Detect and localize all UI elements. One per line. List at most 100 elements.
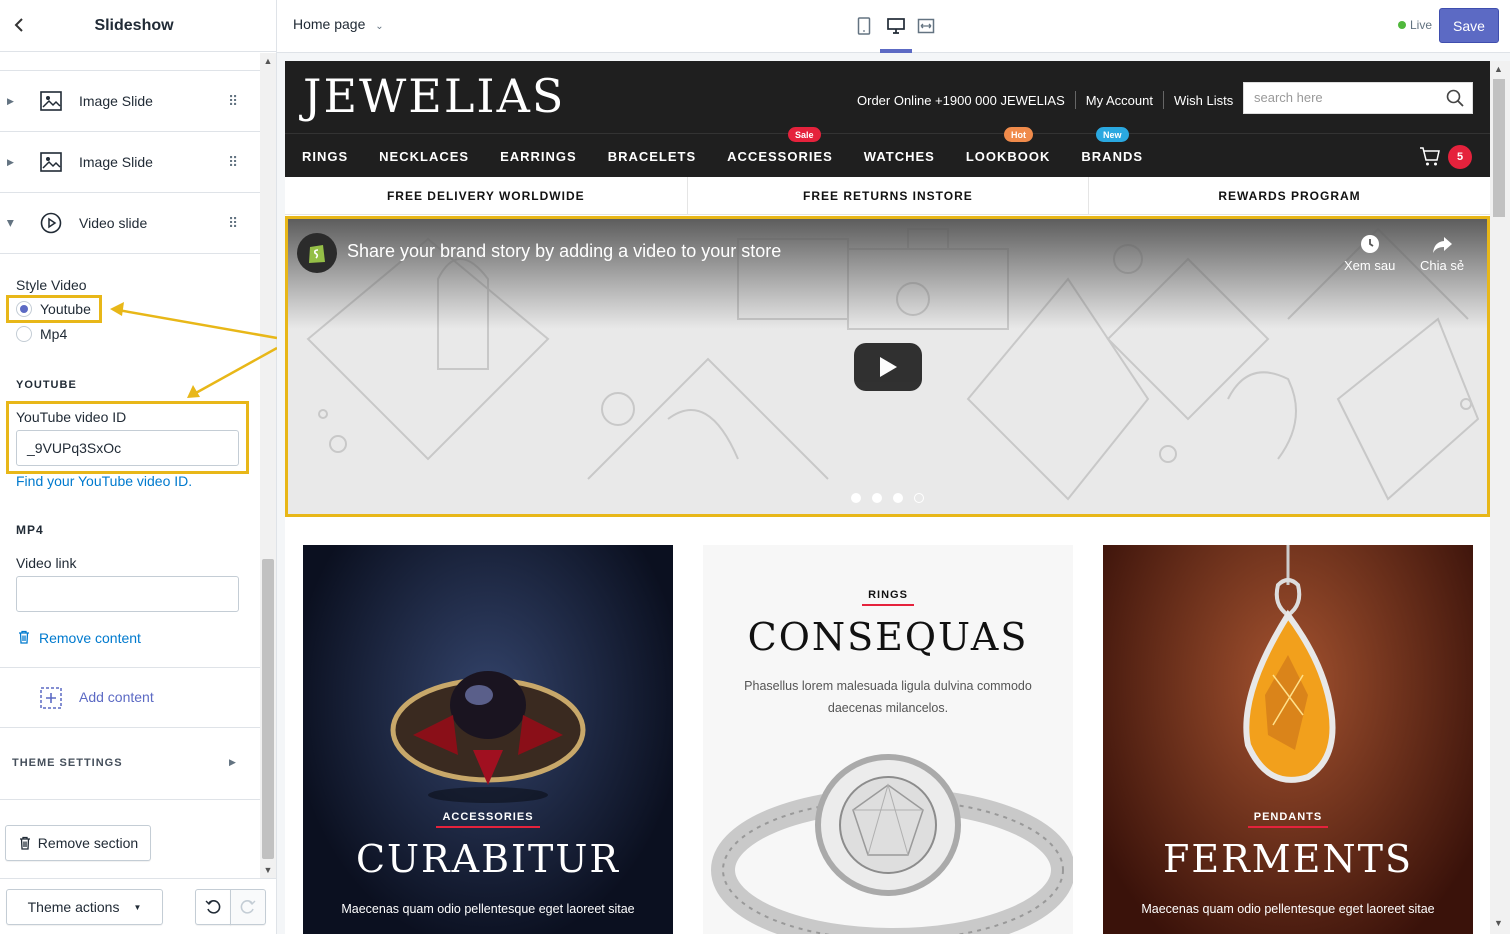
- nav-watches[interactable]: WATCHES: [864, 149, 935, 164]
- redo-icon: [240, 900, 256, 914]
- video-title[interactable]: Share your brand story by adding a video…: [347, 241, 781, 262]
- add-content-row[interactable]: Add content: [0, 667, 260, 728]
- store-search-input[interactable]: search here: [1243, 82, 1473, 114]
- nav-lookbook[interactable]: LOOKBOOK: [966, 149, 1051, 164]
- undo-icon: [205, 900, 221, 914]
- remove-section-button[interactable]: Remove section: [5, 825, 151, 861]
- undo-button[interactable]: [195, 889, 231, 925]
- scroll-thumb[interactable]: [1493, 79, 1505, 217]
- video-slideshow[interactable]: Share your brand story by adding a video…: [285, 216, 1490, 517]
- mobile-view-icon[interactable]: [852, 14, 876, 38]
- scroll-up-icon[interactable]: ▲: [1494, 64, 1503, 74]
- chevron-right-icon: ▶: [229, 757, 236, 767]
- theme-actions-button[interactable]: Theme actions ▼: [6, 889, 163, 925]
- nav-accessories[interactable]: ACCESSORIES: [727, 149, 833, 164]
- theme-settings-row[interactable]: THEME SETTINGS ▶: [0, 728, 260, 800]
- theme-settings-label: THEME SETTINGS: [12, 757, 123, 769]
- scroll-down-icon[interactable]: ▼: [1494, 918, 1503, 928]
- live-status-dot: [1398, 21, 1406, 29]
- card-title: CONSEQUAS: [747, 615, 1029, 659]
- trash-icon[interactable]: [17, 630, 31, 644]
- card-description: Maecenas quam odio pellentesque eget lao…: [341, 902, 635, 916]
- promo-rewards: REWARDS PROGRAM: [1088, 177, 1490, 214]
- video-link-label: Video link: [16, 555, 77, 571]
- redo-button[interactable]: [230, 889, 266, 925]
- slide-dot[interactable]: [914, 493, 924, 503]
- nav-brands[interactable]: BRANDS: [1081, 149, 1143, 164]
- youtube-id-input[interactable]: _9VUPq3SxOc: [16, 430, 239, 466]
- nav-necklaces[interactable]: NECKLACES: [379, 149, 469, 164]
- mp4-heading: MP4: [16, 523, 44, 537]
- theme-actions-label: Theme actions: [27, 899, 120, 915]
- cart-icon[interactable]: [1419, 145, 1441, 167]
- page-selector-label: Home page: [293, 16, 366, 32]
- hot-badge: Hot: [1004, 127, 1033, 142]
- collection-card-accessories[interactable]: ACCESSORIES CURABITUR Maecenas quam odio…: [303, 545, 673, 934]
- card-tag: ACCESSORIES: [303, 811, 673, 828]
- caret-down-icon: ▼: [133, 902, 142, 912]
- share-label: Chia sẻ: [1420, 258, 1465, 273]
- scroll-thumb[interactable]: [262, 559, 274, 859]
- nav-bracelets[interactable]: BRACELETS: [608, 149, 696, 164]
- card-description: Phasellus lorem malesuada ligula dulvina…: [744, 679, 1032, 715]
- chevron-down-icon: ⌄: [375, 21, 384, 32]
- editor-topbar: Home page ⌄ Live Save: [277, 0, 1510, 53]
- store-logo[interactable]: JEWELIAS: [303, 69, 565, 123]
- save-button[interactable]: Save: [1439, 8, 1499, 43]
- new-badge: New: [1096, 127, 1129, 142]
- shopify-logo-icon[interactable]: [297, 233, 337, 273]
- slide-dot[interactable]: [893, 493, 903, 503]
- header-links: Order Online +1900 000 JEWELIAS My Accou…: [857, 91, 1233, 109]
- nav-rings[interactable]: RINGS: [302, 149, 348, 164]
- clock-icon: [1360, 235, 1379, 253]
- share-action[interactable]: Chia sẻ: [1420, 233, 1464, 273]
- page-selector[interactable]: Home page ⌄: [293, 16, 384, 32]
- preview-scrollbar[interactable]: ▲ ▼: [1490, 61, 1510, 934]
- cart-count-badge: 5: [1448, 145, 1472, 169]
- diamond-ring-image: [711, 754, 1073, 934]
- sale-badge: Sale: [788, 127, 821, 142]
- add-block-icon: [40, 687, 62, 709]
- watch-later-action[interactable]: Xem sau: [1344, 233, 1395, 273]
- slide-dot[interactable]: [851, 493, 861, 503]
- desktop-view-icon[interactable]: [884, 14, 908, 38]
- remove-section-label: Remove section: [37, 835, 139, 851]
- youtube-help-link[interactable]: Find your YouTube video ID.: [16, 473, 192, 489]
- store-preview: JEWELIAS Order Online +1900 000 JEWELIAS…: [285, 61, 1490, 934]
- ring-image: [390, 671, 586, 803]
- nav-divider: [285, 133, 1490, 134]
- add-content-link[interactable]: Add content: [79, 689, 154, 705]
- scroll-down-icon[interactable]: ▼: [260, 862, 276, 878]
- promo-returns: FREE RETURNS INSTORE: [686, 177, 1089, 214]
- slide-dots: [851, 493, 935, 503]
- collection-card-rings[interactable]: RINGS CONSEQUAS Phasellus lorem malesuad…: [703, 545, 1073, 934]
- store-header: JEWELIAS Order Online +1900 000 JEWELIAS…: [285, 61, 1490, 177]
- card-title: FERMENTS: [1163, 837, 1413, 881]
- wish-lists-link[interactable]: Wish Lists: [1174, 93, 1233, 108]
- nav-earrings[interactable]: EARRINGS: [500, 149, 577, 164]
- my-account-link[interactable]: My Account: [1086, 93, 1153, 108]
- play-icon: [880, 357, 897, 377]
- live-status-label: Live: [1410, 18, 1433, 32]
- slide-dot[interactable]: [872, 493, 882, 503]
- promo-delivery: FREE DELIVERY WORLDWIDE: [386, 189, 585, 203]
- card-description: Maecenas quam odio pellentesque eget lao…: [1141, 902, 1435, 916]
- main-nav: RINGS NECKLACES EARRINGS BRACELETS ACCES…: [302, 149, 1174, 164]
- share-icon: [1433, 237, 1453, 253]
- watch-later-label: Xem sau: [1344, 258, 1396, 273]
- promo-bar: FREE DELIVERY WORLDWIDE FREE RETURNS INS…: [285, 177, 1490, 215]
- pendant-image: [1243, 545, 1336, 783]
- video-link-input[interactable]: [16, 576, 239, 612]
- search-icon[interactable]: [1445, 88, 1465, 108]
- video-top-gradient: [288, 219, 1487, 329]
- fullscreen-view-icon[interactable]: [914, 14, 938, 38]
- card-tag: PENDANTS: [1103, 811, 1473, 828]
- annotation-arrows: [110, 302, 278, 398]
- card-tag: RINGS: [703, 589, 1073, 606]
- trash-icon: [19, 836, 30, 850]
- card-title: CURABITUR: [355, 837, 621, 881]
- collection-card-pendants[interactable]: PENDANTS FERMENTS Maecenas quam odio pel…: [1103, 545, 1473, 934]
- play-button[interactable]: [854, 343, 922, 391]
- order-online-text: Order Online +1900 000 JEWELIAS: [857, 92, 1065, 108]
- remove-content-link[interactable]: Remove content: [39, 630, 141, 646]
